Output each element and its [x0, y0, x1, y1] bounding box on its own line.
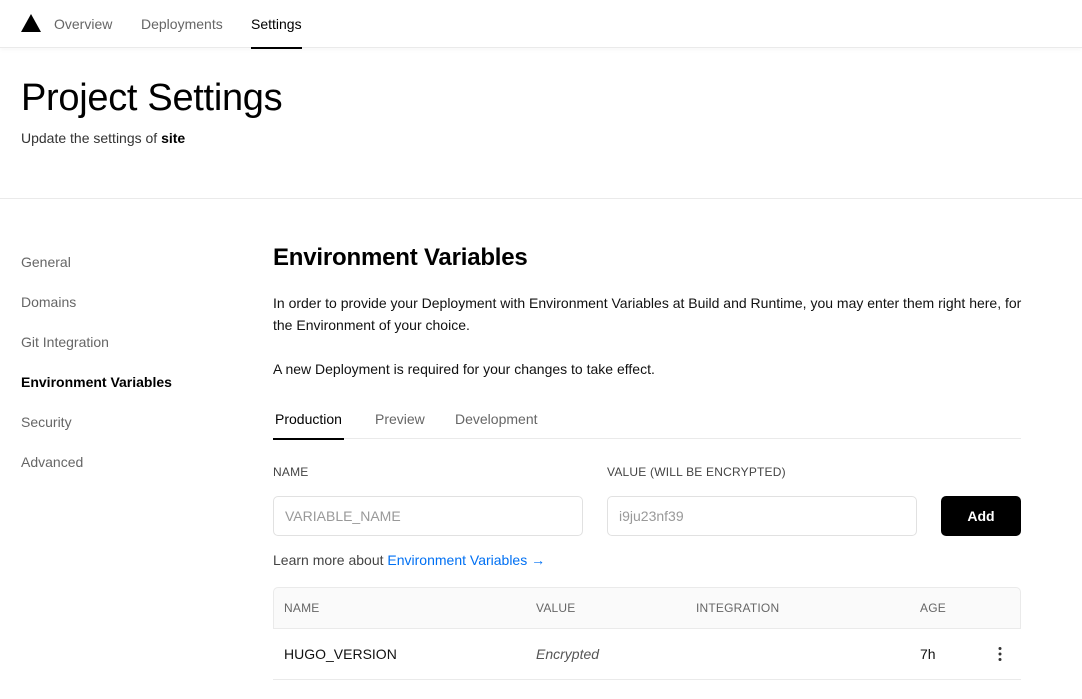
- learn-more-text: Learn more about Environment Variables →: [273, 552, 545, 568]
- environment-variables-link[interactable]: Environment Variables →: [387, 552, 545, 568]
- section-title: Environment Variables: [273, 244, 528, 271]
- nav-tab-deployments[interactable]: Deployments: [141, 0, 223, 48]
- tab-production[interactable]: Production: [273, 400, 344, 440]
- deployment-notice: A new Deployment is required for your ch…: [273, 361, 655, 377]
- table-header: NAME VALUE INTEGRATION AGE: [273, 587, 1021, 629]
- name-field-label: NAME: [273, 465, 309, 479]
- value-field-label: VALUE (WILL BE ENCRYPTED): [607, 465, 786, 479]
- column-header-integration: INTEGRATION: [696, 601, 780, 615]
- nav-tab-overview[interactable]: Overview: [54, 0, 112, 48]
- cell-value: Encrypted: [536, 646, 600, 662]
- triangle-logo-icon[interactable]: [21, 14, 41, 32]
- page-header: Project Settings Update the settings of …: [0, 49, 1082, 199]
- column-header-age: AGE: [920, 601, 946, 615]
- tab-preview[interactable]: Preview: [375, 400, 425, 439]
- sidebar-item-general[interactable]: General: [21, 252, 71, 272]
- section-description: In order to provide your Deployment with…: [273, 295, 1022, 333]
- more-vertical-icon[interactable]: [994, 646, 1006, 662]
- page-subtitle: Update the settings of site: [21, 130, 185, 146]
- environment-tabs: Production Preview Development: [273, 400, 1021, 440]
- sidebar-item-security[interactable]: Security: [21, 412, 72, 432]
- add-button[interactable]: Add: [941, 496, 1021, 536]
- sidebar-item-advanced[interactable]: Advanced: [21, 452, 83, 472]
- nav-tab-settings[interactable]: Settings: [251, 0, 302, 49]
- variable-name-input[interactable]: [273, 496, 583, 536]
- page-title: Project Settings: [21, 77, 283, 119]
- column-header-value: VALUE: [536, 601, 576, 615]
- project-name: site: [161, 130, 186, 146]
- subtitle-prefix: Update the settings of: [21, 130, 162, 146]
- column-header-name: NAME: [284, 601, 320, 615]
- cell-age: 7h: [920, 646, 936, 662]
- cell-name: HUGO_VERSION: [284, 646, 397, 662]
- sidebar-item-domains[interactable]: Domains: [21, 292, 76, 312]
- top-nav: Overview Deployments Settings: [0, 0, 1082, 49]
- sidebar-item-environment-variables[interactable]: Environment Variables: [21, 372, 172, 392]
- variable-value-input[interactable]: [607, 496, 917, 536]
- tab-development[interactable]: Development: [455, 400, 538, 439]
- learn-more-prefix: Learn more about: [273, 552, 388, 568]
- sidebar-item-git-integration[interactable]: Git Integration: [21, 332, 109, 352]
- table-row: HUGO_VERSION Encrypted 7h: [273, 629, 1021, 680]
